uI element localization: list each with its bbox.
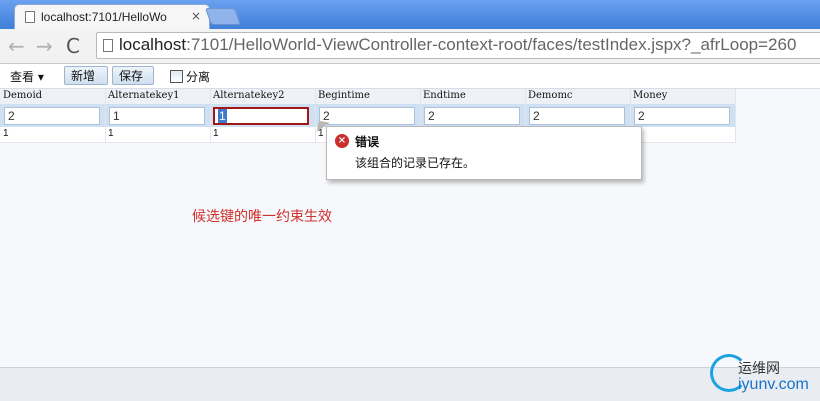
alternatekey2-selected-text: 1: [218, 109, 227, 123]
reload-icon[interactable]: C: [66, 34, 80, 58]
page-icon: [103, 39, 113, 52]
column-header-money[interactable]: Money: [633, 90, 667, 101]
watermark-top-text: 运维网: [738, 361, 780, 377]
column-divider: [315, 89, 316, 142]
endtime-input[interactable]: 2: [424, 107, 520, 125]
detach-label: 分离: [186, 70, 211, 84]
app-toolbar: 查看 ▾ 新增 保存 分离: [0, 64, 820, 89]
error-message: 该组合的记录已存在。: [355, 156, 476, 170]
forward-icon[interactable]: →: [36, 34, 53, 58]
column-header-demomc[interactable]: Demomc: [528, 90, 573, 101]
add-button[interactable]: 新增: [64, 66, 108, 85]
address-bar[interactable]: localhost:7101/HelloWorld-ViewController…: [96, 32, 820, 59]
column-divider: [735, 89, 736, 142]
money-input[interactable]: 2: [634, 107, 730, 125]
status-bar: [0, 367, 820, 401]
error-popup: × 错误 该组合的记录已存在。: [326, 126, 642, 180]
page-icon: [25, 11, 35, 23]
begintime-input[interactable]: 2: [319, 107, 415, 125]
browser-tab-strip: localhost:7101/HelloWo ×: [0, 0, 820, 29]
alternatekey1-input[interactable]: 1: [109, 107, 205, 125]
close-icon[interactable]: ×: [191, 9, 201, 23]
demoid-input[interactable]: 2: [4, 107, 100, 125]
url-path: :7101/HelloWorld-ViewController-context-…: [186, 35, 797, 54]
tab-title: localhost:7101/HelloWo: [41, 10, 167, 24]
column-header-alternatekey2[interactable]: Alternatekey2: [213, 90, 284, 101]
alternatekey1-cell: 1: [108, 128, 114, 139]
browser-tab[interactable]: localhost:7101/HelloWo ×: [14, 4, 210, 29]
column-divider: [105, 89, 106, 142]
table-header: Demoid Alternatekey1 Alternatekey2 Begin…: [0, 89, 736, 105]
browser-toolbar: ← → C localhost:7101/HelloWorld-ViewCont…: [0, 29, 820, 64]
save-button[interactable]: 保存: [112, 66, 154, 85]
watermark: 运维网 iyunv.com: [708, 352, 818, 398]
annotation-text: 候选键的唯一约束生效: [192, 209, 332, 225]
alternatekey2-cell: 1: [213, 128, 219, 139]
table-row: 2 1 1 2 2 2 2: [0, 104, 736, 127]
view-menu[interactable]: 查看 ▾: [10, 68, 44, 85]
demoid-cell: 1: [3, 128, 9, 139]
column-header-begintime[interactable]: Begintime: [318, 90, 370, 101]
back-icon[interactable]: ←: [8, 34, 25, 58]
column-header-demoid[interactable]: Demoid: [3, 90, 42, 101]
url-text[interactable]: localhost:7101/HelloWorld-ViewController…: [119, 35, 796, 55]
column-divider: [210, 89, 211, 142]
new-tab-button[interactable]: [204, 8, 242, 25]
demomc-input[interactable]: 2: [529, 107, 625, 125]
url-host: localhost: [119, 35, 187, 54]
detach-button[interactable]: 分离: [170, 68, 210, 85]
error-icon: ×: [335, 134, 349, 148]
column-header-alternatekey1[interactable]: Alternatekey1: [108, 90, 179, 101]
detach-icon: [170, 70, 183, 83]
error-title: 错误: [355, 135, 380, 149]
watermark-bottom-text: iyunv.com: [738, 376, 809, 393]
alternatekey2-input[interactable]: 1: [213, 107, 309, 125]
column-header-endtime[interactable]: Endtime: [423, 90, 466, 101]
